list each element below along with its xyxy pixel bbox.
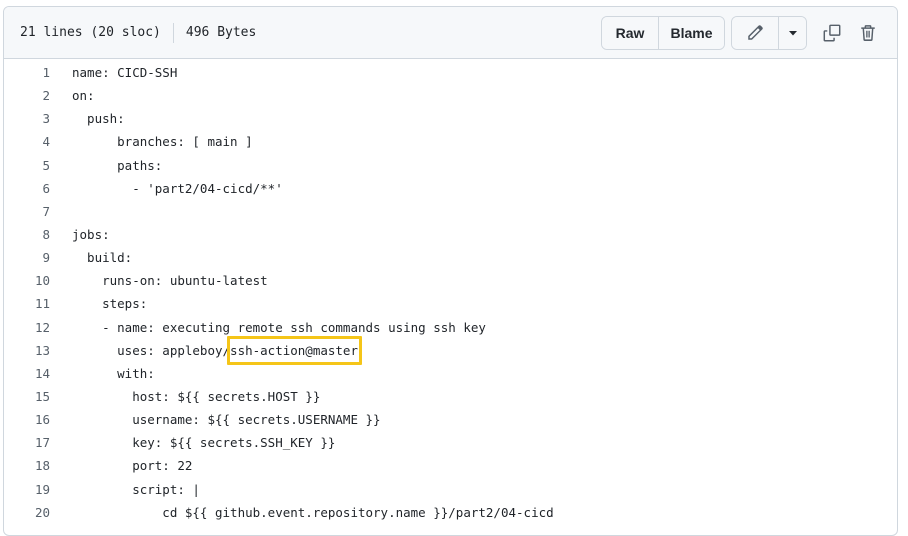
code-text: host: ${{ secrets.HOST }} [72,388,321,404]
line-number[interactable]: 9 [4,246,50,269]
code-line: 6 - 'part2/04-cicd/**' [4,177,897,200]
code-text: steps: [72,296,148,312]
line-number[interactable]: 20 [4,501,50,524]
line-number[interactable]: 7 [4,200,50,223]
code-line: 4 branches: [ main ] [4,130,897,153]
file-header: 21 lines (20 sloc) 496 Bytes Raw Blame [4,7,897,59]
line-number[interactable]: 11 [4,292,50,315]
line-number[interactable]: 12 [4,316,50,339]
code-text: cd ${{ github.event.repository.name }}/p… [72,504,554,520]
blame-button[interactable]: Blame [658,17,724,49]
code-line: 15 host: ${{ secrets.HOST }} [4,385,897,408]
line-number[interactable]: 5 [4,154,50,177]
line-number[interactable]: 14 [4,362,50,385]
line-number[interactable]: 13 [4,339,50,362]
code-line: 1 name: CICD-SSH [4,61,897,84]
code-line: 11 steps: [4,292,897,315]
code-line: 13 uses: appleboy/ssh-action@master [4,335,897,366]
file-size: 496 Bytes [185,25,257,40]
code-line: 2 on: [4,84,897,107]
pencil-icon [748,25,763,40]
code-line: 8 jobs: [4,223,897,246]
code-listing: 1 name: CICD-SSH 2 on: 3 push: 4 branches:… [4,59,897,524]
raw-button[interactable]: Raw [602,17,658,49]
code-text: key: ${{ secrets.SSH_KEY }} [72,435,336,451]
code-line: 5 paths: [4,154,897,177]
code-text: script: | [72,481,200,497]
code-text: push: [72,111,125,127]
code-text: uses: appleboy/ssh-action@master [50,335,362,366]
highlighted-action-name: ssh-action@master [227,335,362,366]
code-text: paths: [72,157,163,173]
line-number[interactable]: 19 [4,478,50,501]
file-info: 21 lines (20 sloc) 496 Bytes [20,22,257,43]
code-line: 7 [4,200,897,223]
file-actions: Raw Blame [601,16,885,50]
code-line: 14 with: [4,362,897,385]
code-line: 9 build: [4,246,897,269]
line-number[interactable]: 18 [4,454,50,477]
edit-group [731,16,807,50]
file-viewer: 21 lines (20 sloc) 496 Bytes Raw Blame 1… [3,6,898,536]
edit-dropdown-button[interactable] [778,17,806,49]
code-text: username: ${{ secrets.USERNAME }} [72,412,381,428]
divider [172,22,174,43]
code-text-prefix: uses: appleboy/ [72,342,231,358]
code-line: 20 cd ${{ github.event.repository.name }… [4,501,897,524]
triangle-down-icon [788,31,797,36]
code-line: 18 port: 22 [4,454,897,477]
delete-button[interactable] [851,16,885,50]
code-text: port: 22 [72,458,193,474]
code-line: 3 push: [4,107,897,130]
code-line: 16 username: ${{ secrets.USERNAME }} [4,408,897,431]
code-line: 12 - name: executing remote ssh commands… [4,316,897,339]
code-line: 10 runs-on: ubuntu-latest [4,269,897,292]
line-number[interactable]: 17 [4,431,50,454]
line-number[interactable]: 6 [4,177,50,200]
code-text: build: [72,250,133,266]
line-number[interactable]: 8 [4,223,50,246]
code-text: runs-on: ubuntu-latest [72,273,268,289]
code-line: 17 key: ${{ secrets.SSH_KEY }} [4,431,897,454]
line-number[interactable]: 4 [4,130,50,153]
line-count: 21 lines (20 sloc) [20,25,161,40]
code-text: jobs: [72,226,110,242]
copy-icon [823,24,841,42]
line-number[interactable]: 3 [4,107,50,130]
line-number[interactable]: 1 [4,61,50,84]
copy-button[interactable] [815,16,849,50]
code-text: with: [72,365,155,381]
line-number[interactable]: 16 [4,408,50,431]
code-text: - 'part2/04-cicd/**' [72,180,283,196]
edit-button[interactable] [732,17,778,49]
trash-icon [861,25,875,41]
code-line: 19 script: | [4,478,897,501]
line-number[interactable]: 15 [4,385,50,408]
code-text: branches: [ main ] [72,134,253,150]
code-text: - name: executing remote ssh commands us… [72,319,486,335]
raw-blame-group: Raw Blame [601,16,725,50]
code-text: on: [72,88,95,104]
line-number[interactable]: 10 [4,269,50,292]
code-text: name: CICD-SSH [72,65,178,80]
line-number[interactable]: 2 [4,84,50,107]
